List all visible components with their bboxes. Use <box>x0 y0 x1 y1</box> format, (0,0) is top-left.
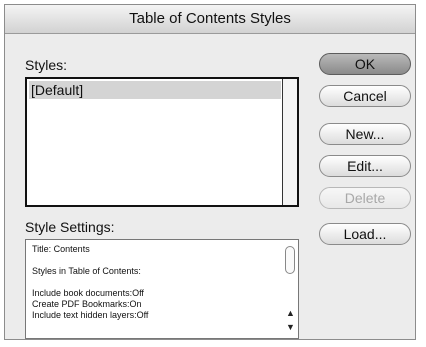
styles-list-scrollbar[interactable] <box>282 79 297 205</box>
toc-styles-dialog: Table of Contents Styles Styles: [Defaul… <box>4 4 416 340</box>
edit-button[interactable]: Edit... <box>319 155 411 177</box>
styles-label: Styles: <box>25 57 68 73</box>
setting-line: Title: Contents <box>32 244 90 254</box>
ok-button[interactable]: OK <box>319 53 411 75</box>
style-settings-box: Title: Contents Styles in Table of Conte… <box>25 239 299 339</box>
setting-line: Include book documents:Off <box>32 288 144 298</box>
scroll-up-arrow-icon[interactable]: ▲ <box>286 309 295 318</box>
setting-line: Styles in Table of Contents: <box>32 266 141 276</box>
settings-scrollbar[interactable]: ▲ ▼ <box>285 246 295 334</box>
scroll-thumb[interactable] <box>285 246 295 274</box>
style-item-default[interactable]: [Default] <box>29 81 281 99</box>
load-button[interactable]: Load... <box>319 223 411 245</box>
style-settings-label: Style Settings: <box>25 219 115 235</box>
new-button[interactable]: New... <box>319 123 411 145</box>
cancel-button[interactable]: Cancel <box>319 85 411 107</box>
scroll-down-arrow-icon[interactable]: ▼ <box>286 323 295 332</box>
styles-list[interactable]: [Default] <box>25 77 299 207</box>
dialog-title: Table of Contents Styles <box>5 5 415 34</box>
delete-button[interactable]: Delete <box>319 187 411 209</box>
setting-line: Create PDF Bookmarks:On <box>32 299 142 309</box>
setting-line: Include text hidden layers:Off <box>32 310 149 320</box>
